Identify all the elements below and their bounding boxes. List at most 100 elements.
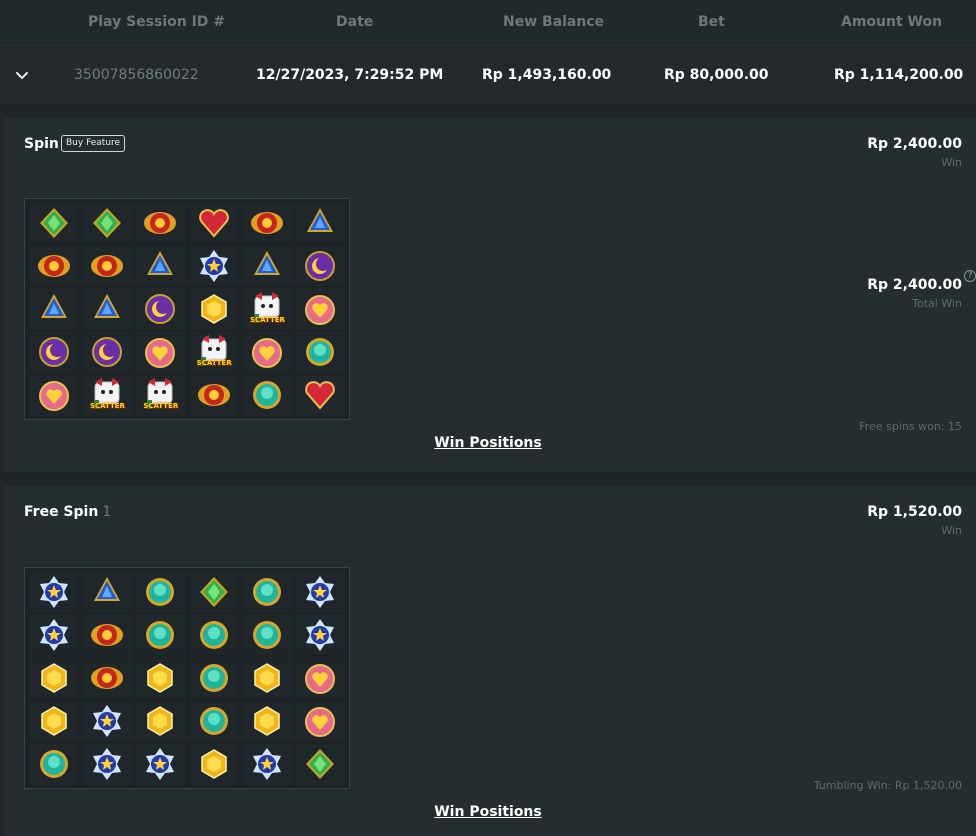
reel-cell: SCATTER: [187, 331, 240, 373]
reel-cell: [28, 202, 80, 244]
history-table-header: Play Session ID # Date New Balance Bet A…: [0, 0, 976, 46]
reel-cell: [81, 700, 133, 742]
blue-gem-icon: [37, 292, 71, 326]
purple-moon-icon: [143, 292, 177, 326]
scatter-label: SCATTER: [143, 402, 179, 411]
free-spin-win-amount: Rp 1,520.00: [867, 504, 962, 520]
free-spin-panel: Free Spin 1 Rp 1,520.00 Win Tumbling Win:…: [4, 486, 976, 836]
session-id-value: 35007856860022: [74, 67, 199, 83]
teal-gem-icon: [197, 661, 231, 695]
reel-cell: [187, 245, 240, 287]
header-session-id: Play Session ID #: [88, 14, 226, 30]
reel-cell: [28, 614, 80, 656]
purple-moon-icon: [90, 335, 124, 369]
pink-heart-icon: [250, 335, 284, 369]
reel-cell: [294, 202, 346, 244]
reel-cell: [134, 657, 186, 699]
reel-cell: [28, 288, 80, 330]
pink-heart-icon: [303, 292, 337, 326]
yellow-gem-icon: [37, 661, 71, 695]
sun-icon: [250, 206, 284, 240]
reel-cell: [81, 614, 133, 656]
sun-icon: [37, 249, 71, 283]
free-spin-title-text: Free Spin: [24, 504, 99, 520]
pink-heart-icon: [37, 378, 71, 412]
reel-cell: [81, 331, 133, 373]
scatter-icon: SCATTER: [90, 378, 125, 412]
star-icon: [303, 575, 337, 609]
purple-moon-icon: [303, 249, 337, 283]
sun-icon: [143, 206, 177, 240]
yellow-gem-icon: [250, 704, 284, 738]
chevron-down-icon[interactable]: [14, 67, 30, 83]
reel-cell: [241, 571, 293, 613]
sun-icon: [90, 618, 124, 652]
red-heart-icon: [197, 206, 231, 240]
teal-gem-icon: [250, 575, 284, 609]
star-icon: [303, 618, 337, 652]
header-amount-won: Amount Won: [841, 14, 943, 30]
reel-cell: [134, 245, 186, 287]
spin-win-label: Win: [941, 156, 962, 169]
reel-cell: [241, 743, 293, 785]
star-icon: [197, 249, 231, 283]
reel-cell: [28, 374, 80, 416]
star-icon: [90, 704, 124, 738]
teal-gem-icon: [250, 378, 284, 412]
reel-cell: [134, 700, 186, 742]
teal-gem-icon: [143, 575, 177, 609]
amount-won-value: Rp 1,114,200.00: [834, 67, 964, 83]
reel-cell: [81, 245, 133, 287]
reel-cell: SCATTER: [241, 288, 293, 330]
reel-cell: [28, 331, 80, 373]
table-row[interactable]: 35007856860022 12/27/2023, 7:29:52 PM Rp…: [0, 47, 976, 105]
teal-gem-icon: [303, 335, 337, 369]
blue-gem-icon: [90, 292, 124, 326]
star-icon: [90, 747, 124, 781]
free-spin-number: 1: [102, 504, 112, 520]
reel-cell: [81, 743, 133, 785]
teal-gem-icon: [250, 618, 284, 652]
star-icon: [250, 747, 284, 781]
reel-cell: [294, 743, 346, 785]
reel-cell: [134, 331, 186, 373]
bet-value: Rp 80,000.00: [664, 67, 769, 83]
spin-reel-grid: SCATTER SCATTER SCATTER SCATTER: [24, 198, 350, 420]
free-spins-won-note: Free spins won: 15: [859, 420, 962, 433]
scatter-label: SCATTER: [196, 359, 232, 368]
star-icon: [143, 747, 177, 781]
pink-heart-icon: [303, 704, 337, 738]
reel-cell: [28, 245, 80, 287]
reel-cell: [81, 202, 133, 244]
free-spin-win-label: Win: [941, 524, 962, 537]
reel-cell: [134, 614, 186, 656]
reel-cell: [241, 202, 293, 244]
yellow-gem-icon: [143, 661, 177, 695]
purple-moon-icon: [37, 335, 71, 369]
sun-icon: [197, 378, 231, 412]
reel-cell: [134, 288, 186, 330]
reel-cell: [187, 288, 240, 330]
reel-cell: [28, 657, 80, 699]
green-gem-icon: [197, 575, 231, 609]
yellow-gem-icon: [197, 747, 231, 781]
reel-cell: [81, 288, 133, 330]
reel-cell: [294, 700, 346, 742]
header-new-balance: New Balance: [503, 14, 605, 30]
reel-cell: [241, 331, 293, 373]
tumbling-win-note: Tumbling Win: Rp 1,520.00: [813, 779, 962, 792]
reel-cell: [81, 657, 133, 699]
spin-total-win-label: Total Win: [912, 297, 962, 310]
reel-cell: [187, 614, 240, 656]
win-positions-link[interactable]: Win Positions: [0, 804, 976, 820]
pink-heart-icon: [143, 335, 177, 369]
reel-cell: [28, 743, 80, 785]
reel-cell: [294, 657, 346, 699]
help-icon[interactable]: ?: [964, 270, 976, 282]
spin-title: Spin: [24, 136, 59, 152]
yellow-gem-icon: [250, 661, 284, 695]
win-positions-link[interactable]: Win Positions: [0, 435, 976, 451]
star-icon: [37, 618, 71, 652]
sun-icon: [90, 249, 124, 283]
reel-cell: [134, 202, 186, 244]
